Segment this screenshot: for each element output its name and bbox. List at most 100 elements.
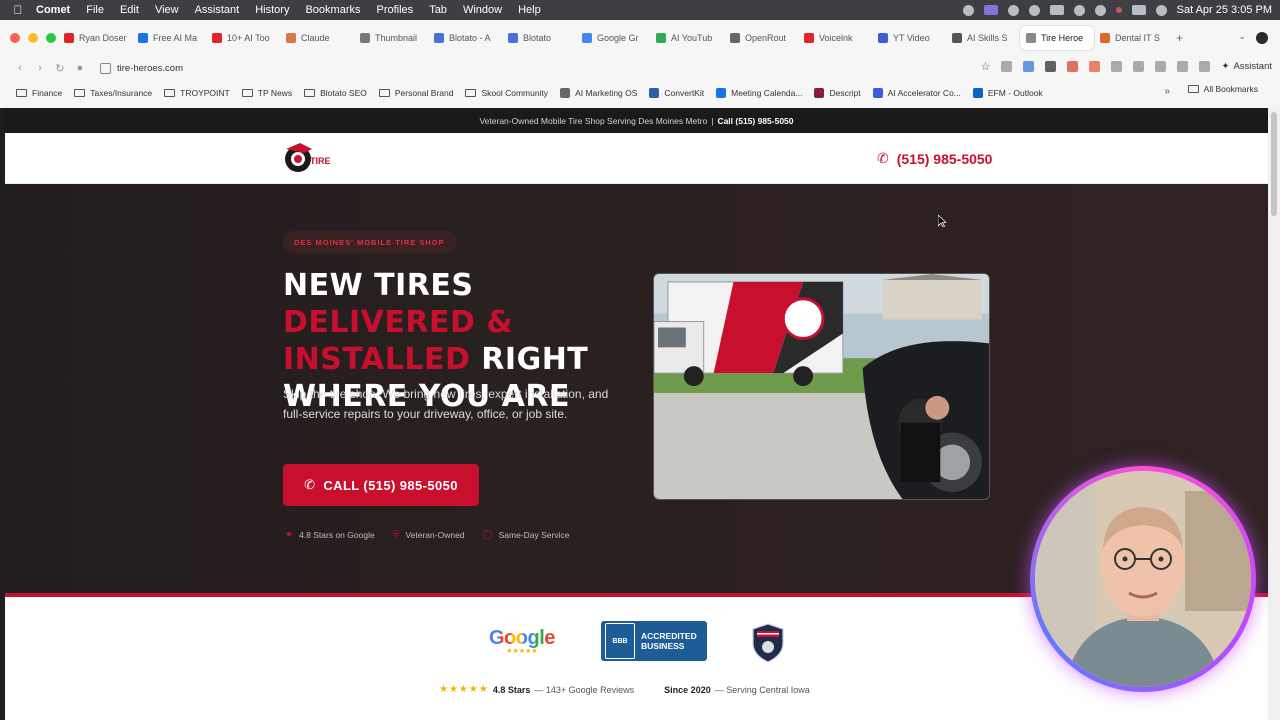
zoom-window-icon[interactable]: [46, 33, 56, 43]
scrollbar-thumb[interactable]: [1271, 112, 1277, 216]
bookmark-item[interactable]: TROYPOINT: [164, 88, 230, 98]
bookmarks-overflow-icon[interactable]: »: [1164, 86, 1170, 97]
bookmark-list: Finance Taxes/Insurance TROYPOINT TP News Bl…: [16, 88, 1055, 98]
search-icon[interactable]: [1094, 4, 1106, 16]
address-url[interactable]: tire-heroes.com: [117, 63, 183, 74]
close-window-icon[interactable]: [10, 33, 20, 43]
browser-tab[interactable]: Thumbnail: [354, 26, 428, 50]
browser-tab[interactable]: OpenRout: [724, 26, 798, 50]
back-icon[interactable]: ‹: [10, 62, 30, 74]
menu-file[interactable]: File: [78, 4, 112, 16]
extension-icon[interactable]: [1023, 61, 1035, 72]
browser-tab[interactable]: Ryan Doser: [58, 26, 132, 50]
address-bar[interactable]: tire-heroes.com: [100, 62, 183, 74]
bookmark-item[interactable]: Meeting Calenda...: [716, 88, 802, 98]
menu-window[interactable]: Window: [455, 4, 510, 16]
control-center-icon[interactable]: [1131, 5, 1146, 15]
play-icon[interactable]: [1028, 4, 1040, 16]
tab-label: Dental IT S: [1115, 33, 1160, 43]
browser-tab[interactable]: Claude: [280, 26, 354, 50]
browser-tab-active[interactable]: Tire Heroe: [1020, 26, 1094, 50]
all-bookmarks-button[interactable]: All Bookmarks: [1187, 84, 1258, 94]
assistant-button[interactable]: ✦ Assistant: [1221, 61, 1272, 72]
menu-profiles[interactable]: Profiles: [369, 4, 422, 16]
folder-icon: [1187, 85, 1199, 93]
tire-heroes-logo[interactable]: TIRE: [282, 141, 330, 177]
macos-menu-bar:  Comet File Edit View Assistant History…: [0, 0, 1280, 20]
extension-icon[interactable]: [1133, 61, 1145, 72]
browser-tab[interactable]: 10+ AI Too: [206, 26, 280, 50]
menu-bookmarks[interactable]: Bookmarks: [297, 4, 368, 16]
header-phone-number: (515) 985-5050: [896, 150, 993, 167]
extension-icon[interactable]: [1177, 61, 1189, 72]
status-app-icon[interactable]: [1007, 4, 1019, 16]
extension-icon[interactable]: [1155, 61, 1167, 72]
extension-icon[interactable]: [1089, 61, 1101, 72]
bookmark-label: Meeting Calenda...: [731, 88, 803, 98]
apple-icon[interactable]: : [0, 3, 36, 17]
battery-icon[interactable]: [1049, 5, 1064, 15]
bookmark-item[interactable]: Skool Community: [465, 88, 548, 98]
bookmark-star-icon[interactable]: ☆: [981, 60, 991, 73]
menu-assistant[interactable]: Assistant: [187, 4, 248, 16]
profile-avatar[interactable]: [1256, 32, 1268, 44]
bookmark-item[interactable]: Personal Brand: [378, 88, 453, 98]
tab-favicon-icon: [286, 33, 296, 43]
bookmark-label: AI Marketing OS: [575, 88, 638, 98]
browser-tab[interactable]: Dental IT S: [1094, 26, 1168, 50]
extension-icon[interactable]: [1111, 61, 1123, 72]
bookmark-item[interactable]: AI Marketing OS: [560, 88, 637, 98]
call-cta-button[interactable]: ✆ CALL (515) 985-5050: [283, 464, 479, 506]
browser-tab[interactable]: Blotato: [502, 26, 576, 50]
menu-history[interactable]: History: [247, 4, 297, 16]
status-app-icon[interactable]: [962, 4, 974, 16]
webcam-overlay: [1030, 466, 1256, 692]
reload-icon[interactable]: ↻: [50, 62, 70, 75]
bookmark-item[interactable]: TP News: [241, 88, 293, 98]
share-link-icon[interactable]: [1001, 61, 1013, 72]
browser-tab[interactable]: Google Gr: [576, 26, 650, 50]
bookmark-item[interactable]: AI Accelerator Co...: [872, 88, 961, 98]
browser-tab[interactable]: AI Skills S: [946, 26, 1020, 50]
bookmark-label: TP News: [257, 88, 293, 98]
menu-edit[interactable]: Edit: [112, 4, 147, 16]
menu-app-name[interactable]: Comet: [36, 4, 78, 16]
extension-icon[interactable]: [1045, 61, 1057, 72]
trust-label: Same-Day Service: [498, 529, 570, 540]
siri-icon[interactable]: [1155, 4, 1167, 16]
bookmark-item[interactable]: EFM - Outlook: [972, 88, 1043, 98]
page-scrollbar[interactable]: [1268, 108, 1280, 720]
bookmark-item[interactable]: ConvertKit: [649, 88, 704, 98]
bookmark-item[interactable]: Blotato SEO: [304, 88, 367, 98]
minimize-window-icon[interactable]: [28, 33, 38, 43]
menu-tab[interactable]: Tab: [421, 4, 455, 16]
tab-label: Blotato: [523, 33, 552, 43]
menu-clock[interactable]: Sat Apr 25 3:05 PM: [1177, 4, 1272, 16]
browser-tab[interactable]: Blotato - A: [428, 26, 502, 50]
new-tab-icon[interactable]: +: [1168, 31, 1191, 45]
bookmark-item[interactable]: Finance: [16, 88, 62, 98]
extension-icon[interactable]: [1067, 61, 1079, 72]
menu-help[interactable]: Help: [510, 4, 549, 16]
browser-tab[interactable]: Voicelnk: [798, 26, 872, 50]
browser-tab[interactable]: Free AI Ma: [132, 26, 206, 50]
bookmark-favicon-icon: [872, 88, 883, 98]
bookmark-item[interactable]: Descript: [814, 88, 861, 98]
tab-overflow-icon[interactable]: ⌄: [1238, 31, 1246, 42]
announce-phone-link[interactable]: Call (515) 985-5050: [717, 116, 793, 126]
trust-indicators: ★ 4.8 Stars on Google ⛨ Veteran-Owned ◯ …: [285, 529, 569, 540]
trust-label: 4.8 Stars on Google: [299, 529, 375, 540]
browser-tab[interactable]: AI YouTub: [650, 26, 724, 50]
tab-label: Claude: [301, 33, 330, 43]
microphone-icon[interactable]: ●: [70, 62, 90, 74]
wifi-icon[interactable]: [1073, 4, 1085, 16]
screen-record-icon[interactable]: [983, 5, 998, 15]
sidebar-toggle-icon[interactable]: [1199, 61, 1211, 72]
site-info-icon[interactable]: [100, 62, 111, 74]
bookmark-favicon-icon: [649, 88, 660, 98]
bookmark-item[interactable]: Taxes/Insurance: [74, 88, 152, 98]
browser-tab[interactable]: YT Video: [872, 26, 946, 50]
header-phone-link[interactable]: ✆ (515) 985-5050: [877, 150, 992, 167]
menu-view[interactable]: View: [147, 4, 187, 16]
forward-icon[interactable]: ›: [30, 62, 50, 74]
